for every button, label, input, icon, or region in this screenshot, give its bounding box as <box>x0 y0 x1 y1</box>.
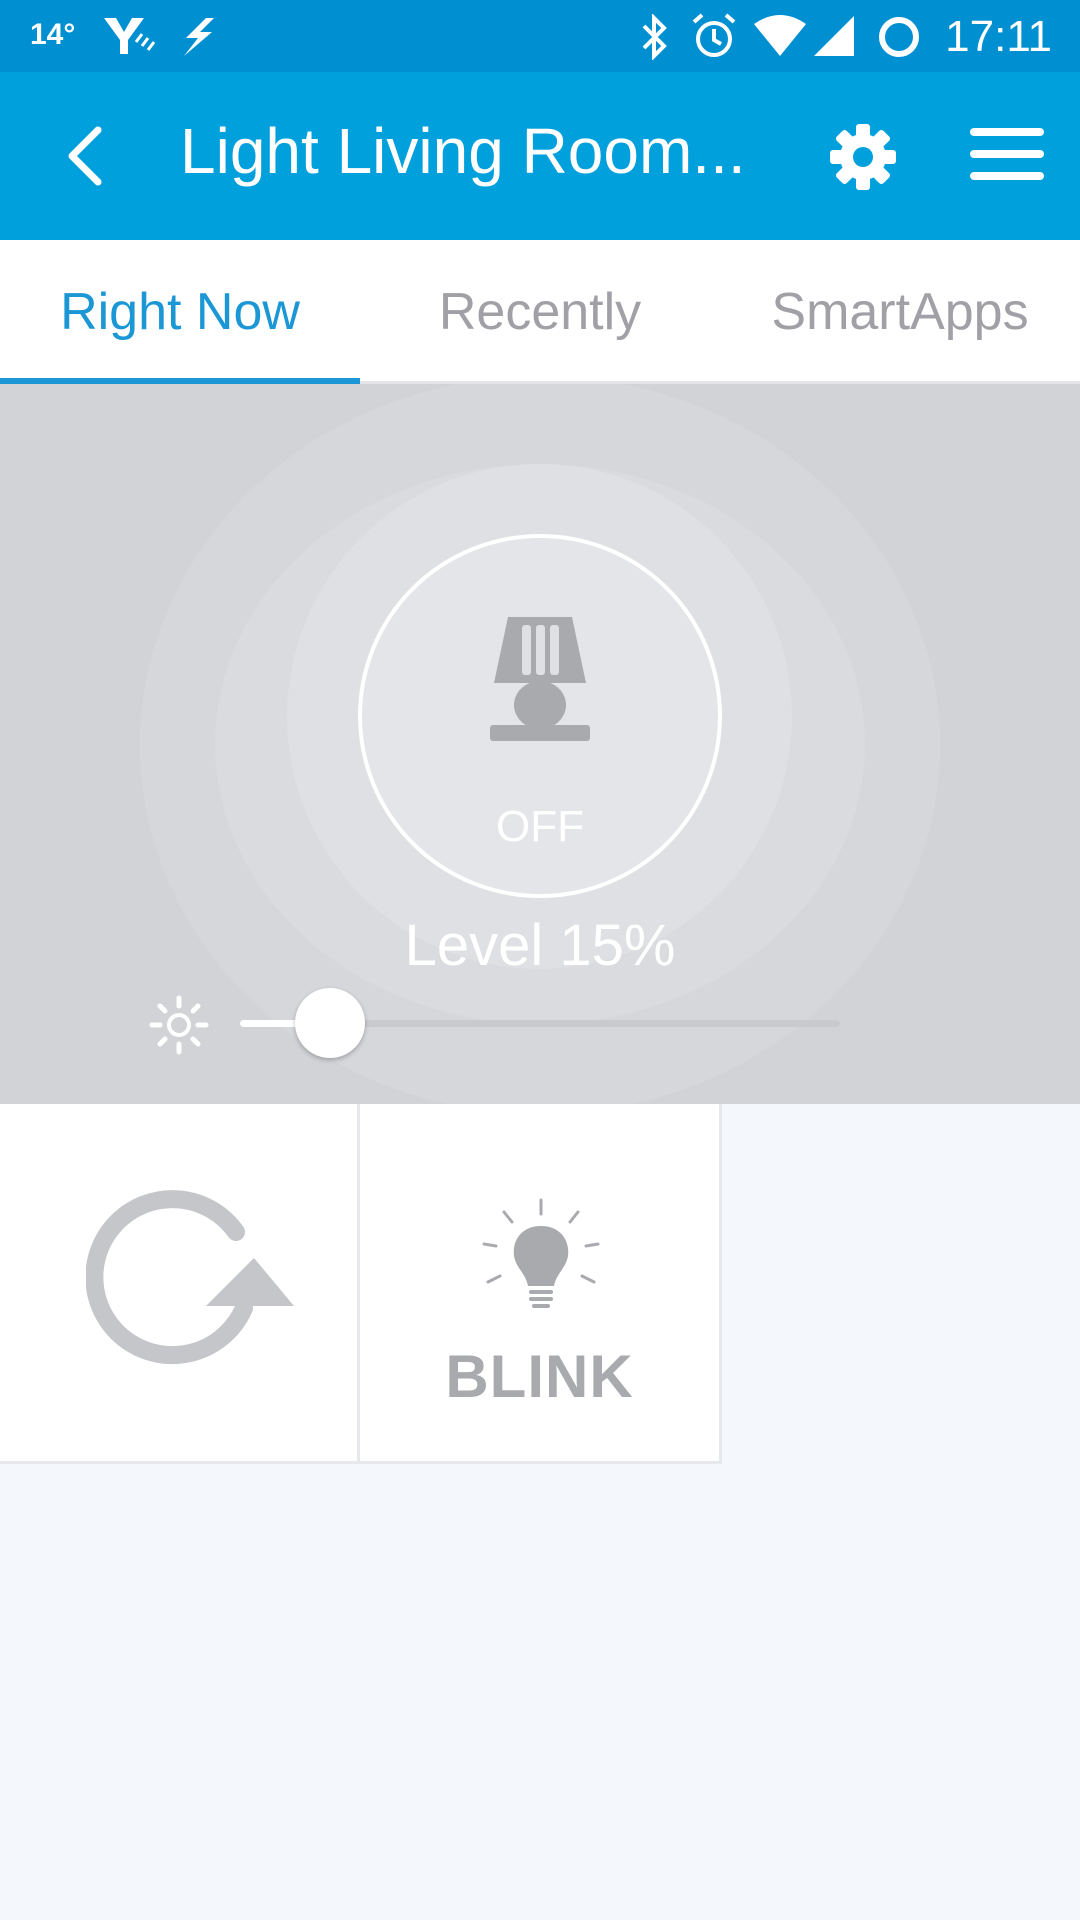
lightbulb-icon <box>482 1198 600 1308</box>
device-state-label: OFF <box>496 802 584 851</box>
action-tiles: BLINK <box>0 1104 1080 1464</box>
refresh-tile[interactable] <box>0 1104 360 1464</box>
signal-icon <box>814 16 854 56</box>
wifi-icon <box>754 15 806 56</box>
status-bar: 14° 17:11 <box>0 0 1080 72</box>
bluetooth-icon <box>642 14 667 60</box>
app-bar: Light Living Room... <box>0 72 1080 240</box>
page-title: Light Living Room... <box>180 115 746 187</box>
menu-button[interactable] <box>968 124 1046 184</box>
blink-label: BLINK <box>445 1343 634 1410</box>
settings-button[interactable] <box>828 122 898 192</box>
level-label: Level 15% <box>404 913 676 978</box>
brightness-icon <box>149 995 209 1055</box>
lamp-icon <box>490 617 590 741</box>
refresh-icon <box>86 1190 294 1365</box>
blink-tile[interactable]: BLINK <box>360 1104 722 1464</box>
back-button[interactable] <box>58 124 118 188</box>
level-slider-thumb[interactable] <box>295 988 365 1058</box>
temperature-label: 14° <box>30 18 76 51</box>
tab-right-now[interactable]: Right Now <box>0 240 360 384</box>
clock: 17:11 <box>945 12 1052 61</box>
battery-icon <box>879 17 919 57</box>
weather-icon <box>104 18 156 54</box>
tab-bar: Right Now Recently SmartApps <box>0 240 1080 384</box>
alarm-icon <box>692 13 736 57</box>
device-control-panel: OFF Level 15% <box>0 384 1080 1104</box>
flash-icon <box>184 18 214 56</box>
tab-recently[interactable]: Recently <box>360 240 720 384</box>
tab-smartapps[interactable]: SmartApps <box>720 240 1080 384</box>
